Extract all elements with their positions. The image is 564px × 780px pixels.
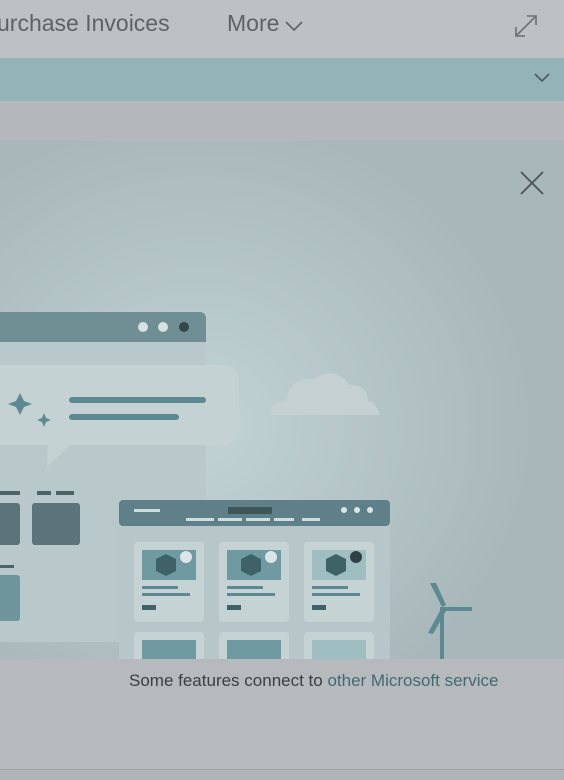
chevron-down-icon <box>534 73 550 83</box>
chevron-down-icon <box>285 20 303 31</box>
welcome-illustration <box>0 141 564 659</box>
footer-text-prefix: Some features connect to <box>129 671 328 690</box>
section-header-bar[interactable] <box>0 58 564 101</box>
footer-notice-text: Some features connect to other Microsoft… <box>129 671 498 691</box>
microsoft-services-link[interactable]: other Microsoft service <box>327 671 498 690</box>
top-nav-bar: urchase Invoices More <box>0 0 564 58</box>
footer-notice: Some features connect to other Microsoft… <box>0 659 564 769</box>
nav-more-label: More <box>227 10 280 36</box>
expand-icon[interactable] <box>512 12 540 40</box>
nav-more-menu[interactable]: More <box>227 10 303 37</box>
nav-purchase-invoices[interactable]: urchase Invoices <box>0 10 170 37</box>
welcome-banner <box>0 141 564 659</box>
bottom-edge <box>0 769 564 780</box>
close-icon[interactable] <box>518 169 546 197</box>
divider-strip <box>0 101 564 141</box>
